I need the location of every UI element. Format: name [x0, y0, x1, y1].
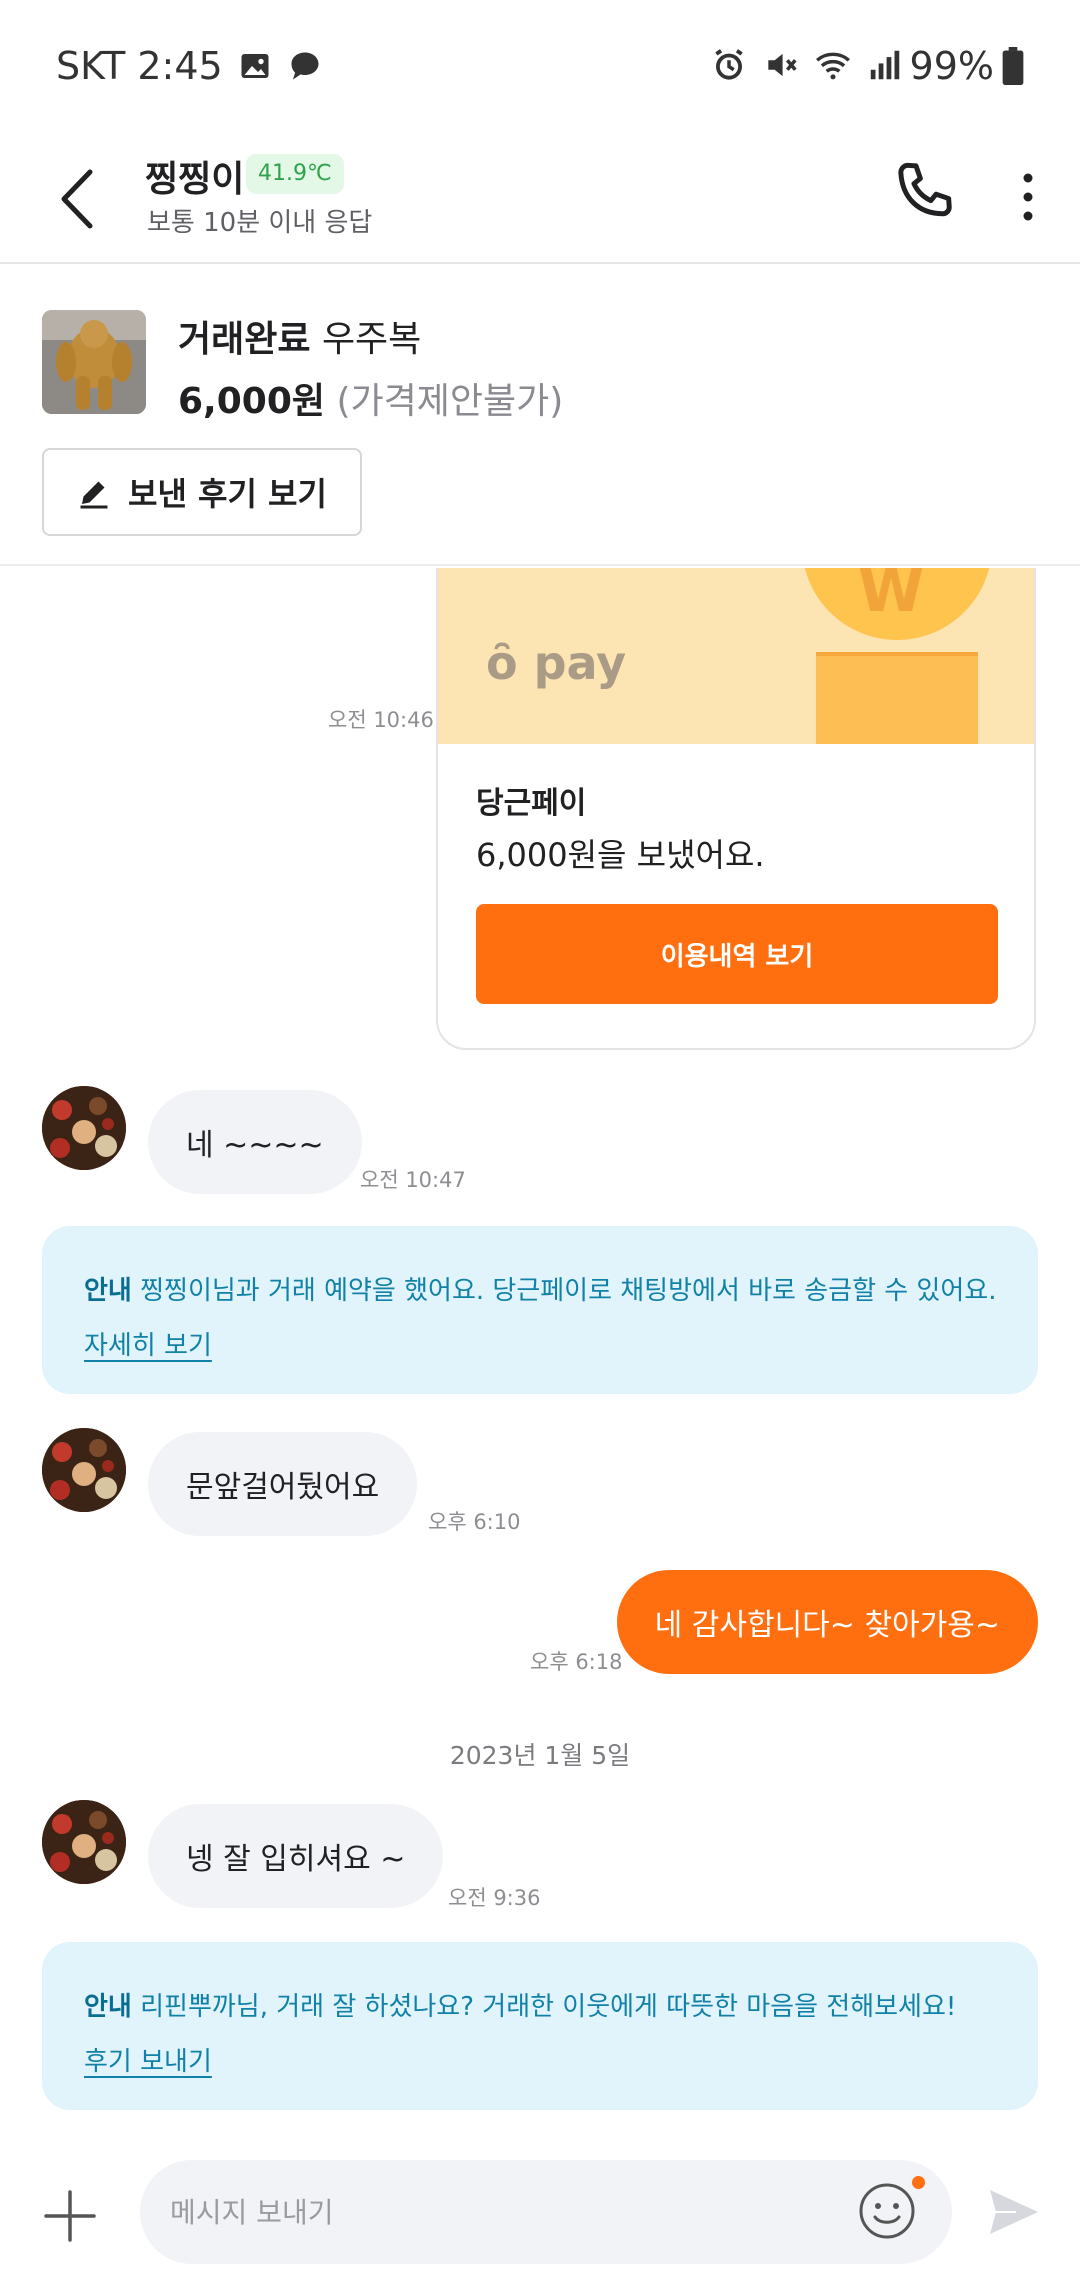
notice-banner: 안내 리핀뿌까님, 거래 잘 하셨나요? 거래한 이웃에게 따뜻한 마음을 전해… — [42, 1942, 1038, 2110]
chat-messages: ȏ pay W 당근페이 6,000원을 보냈어요. 이용내역 보기 오전 10… — [0, 568, 1080, 2128]
chat-notification-icon — [291, 52, 319, 80]
message-bubble: 넹 잘 입히셔요 ~ — [148, 1804, 444, 1908]
more-vertical-icon[interactable] — [1004, 164, 1052, 230]
notice-banner: 안내 찡찡이님과 거래 예약을 했어요. 당근페이로 채팅방에서 바로 송금할 … — [42, 1226, 1038, 1394]
message-time: 오전 10:47 — [360, 1168, 466, 1192]
message-time: 오후 6:18 — [530, 1650, 623, 1674]
avatar[interactable] — [42, 1428, 126, 1512]
message-time: 오전 9:36 — [448, 1886, 541, 1910]
notice-text: 안내 찡찡이님과 거래 예약을 했어요. 당근페이로 채팅방에서 바로 송금할 … — [84, 1270, 1038, 1307]
battery-percent: 99% — [909, 44, 994, 88]
message-time: 오후 6:10 — [428, 1510, 521, 1534]
product-price-line: 6,000원 (가격제안불가) — [178, 372, 563, 424]
message-input[interactable] — [140, 2160, 952, 2264]
message-input-bar — [0, 2140, 1080, 2280]
notice-details-link[interactable]: 자세히 보기 — [84, 1325, 212, 1362]
product-title: 우주복 — [321, 319, 422, 360]
back-icon[interactable] — [50, 164, 110, 234]
notice-body: 리핀뿌까님, 거래 잘 하셨나요? 거래한 이웃에게 따뜻한 마음을 전해보세요… — [140, 1992, 957, 2022]
avatar-image — [42, 1428, 126, 1512]
avatar-image — [42, 1800, 126, 1884]
my-message-bubble: 네 감사합니다~ 찾아가용~ — [616, 1570, 1038, 1674]
date-separator: 2023년 1월 5일 — [449, 1741, 631, 1770]
pay-card-title: 당근페이 — [476, 786, 587, 821]
coin-box-illustration — [816, 652, 978, 744]
price-negotiation: (가격제안불가) — [336, 381, 564, 422]
send-icon[interactable] — [986, 2184, 1042, 2240]
product-summary: 거래완료 우주복 6,000원 (가격제안불가) 보낸 후기 보기 — [0, 266, 1080, 566]
wifi-icon — [815, 52, 851, 80]
view-sent-review-button[interactable]: 보낸 후기 보기 — [42, 448, 362, 536]
product-image — [42, 310, 146, 414]
avatar[interactable] — [42, 1800, 126, 1884]
response-time-text: 보통 10분 이내 응답 — [147, 208, 373, 238]
view-sent-review-label: 보낸 후기 보기 — [128, 475, 327, 513]
new-badge-dot — [912, 2176, 925, 2189]
pay-logo: ȏ pay — [486, 636, 627, 690]
alarm-icon — [715, 49, 743, 80]
phone-icon[interactable] — [888, 158, 958, 228]
chat-header: 찡찡이 41.9℃ 보통 10분 이내 응답 — [0, 140, 1080, 264]
avatar-image — [42, 1086, 126, 1170]
won-coin-mark: W — [858, 568, 925, 626]
signal-icon — [870, 50, 900, 80]
smile-icon[interactable] — [856, 2180, 918, 2242]
carrier-time: SKT 2:45 — [56, 44, 223, 88]
message-bubble: 문앞걸어뒀어요 — [148, 1432, 418, 1536]
product-title-line: 거래완료 우주복 — [178, 310, 421, 362]
product-price: 6,000원 — [178, 381, 325, 422]
battery-icon — [1002, 47, 1024, 85]
notice-lead: 안내 — [84, 1992, 132, 2022]
karrot-pay-card: ȏ pay W 당근페이 6,000원을 보냈어요. 이용내역 보기 — [436, 568, 1036, 1050]
chat-partner-name: 찡찡이 — [145, 159, 245, 200]
mute-icon — [768, 53, 797, 77]
pay-banner: ȏ pay W — [438, 568, 1034, 744]
status-icons — [710, 46, 904, 84]
trade-status: 거래완료 — [178, 319, 311, 360]
view-history-button[interactable]: 이용내역 보기 — [476, 904, 998, 1004]
message-bubble: 네 ~~~~ — [148, 1090, 362, 1194]
gallery-notification-icon — [241, 54, 269, 78]
notice-body: 찡찡이님과 거래 예약을 했어요. 당근페이로 채팅방에서 바로 송금할 수 있… — [140, 1276, 997, 1306]
notice-lead: 안내 — [84, 1276, 132, 1306]
message-time: 오전 10:46 — [328, 708, 434, 732]
status-left: SKT 2:45 — [56, 44, 323, 88]
battery-status: 99% — [910, 44, 1024, 88]
notice-text: 안내 리핀뿌까님, 거래 잘 하셨나요? 거래한 이웃에게 따뜻한 마음을 전해… — [84, 1986, 1038, 2023]
product-thumbnail[interactable] — [42, 310, 146, 414]
status-bar: SKT 2:45 99% — [0, 0, 1080, 140]
avatar[interactable] — [42, 1086, 126, 1170]
plus-icon[interactable] — [40, 2186, 100, 2246]
send-review-link[interactable]: 후기 보내기 — [84, 2041, 212, 2078]
pencil-icon — [80, 481, 108, 509]
pay-card-description: 6,000원을 보냈어요. — [476, 836, 765, 874]
manner-temperature-badge: 41.9℃ — [246, 154, 344, 194]
